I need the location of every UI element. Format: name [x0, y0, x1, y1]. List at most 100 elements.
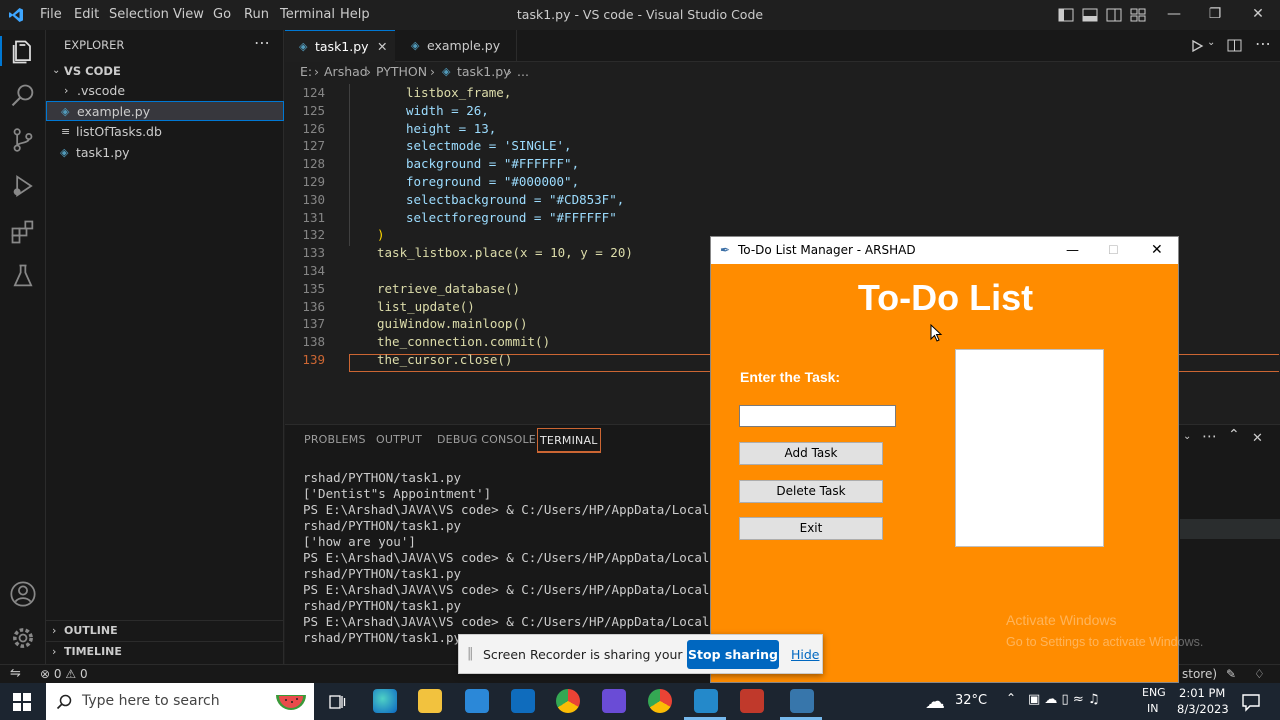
exit-button[interactable]: Exit: [739, 517, 883, 540]
more-actions-icon[interactable]: ⋯: [1255, 34, 1271, 53]
customize-layout-icon[interactable]: [1130, 7, 1146, 23]
region-indicator[interactable]: IN: [1147, 702, 1158, 715]
python-file-icon: ◈: [61, 105, 70, 118]
breadcrumb-symbol[interactable]: ...: [517, 62, 529, 82]
accounts-icon[interactable]: [9, 580, 37, 608]
menu-view[interactable]: View: [173, 7, 204, 22]
close-icon[interactable]: ✕: [1247, 4, 1269, 24]
chrome-profile-icon[interactable]: [648, 689, 672, 713]
hide-link[interactable]: Hide: [791, 647, 820, 662]
tab-terminal[interactable]: TERMINAL: [537, 428, 601, 453]
tab-problems[interactable]: PROBLEMS: [304, 433, 366, 446]
task-listbox[interactable]: [955, 349, 1104, 547]
close-icon[interactable]: ✕: [1151, 237, 1163, 264]
microsoft-store-icon[interactable]: [465, 689, 489, 713]
terminal-output[interactable]: rshad/PYTHON/task1.py ['Dentist"s Appoint…: [303, 470, 770, 646]
menu-edit[interactable]: Edit: [74, 7, 99, 22]
python-taskbar-icon[interactable]: [790, 689, 814, 713]
split-editor-icon[interactable]: [1227, 38, 1243, 54]
breadcrumb-folder[interactable]: Arshad: [324, 62, 368, 82]
breadcrumb-drive[interactable]: E:: [300, 62, 312, 82]
terminal-list-item[interactable]: [1180, 519, 1280, 539]
toggle-panel-icon[interactable]: [1082, 7, 1098, 23]
delete-task-button[interactable]: Delete Task: [739, 480, 883, 503]
breadcrumb-separator-icon: ›: [366, 64, 371, 79]
menu-file[interactable]: File: [40, 7, 62, 22]
more-actions-icon[interactable]: ⋯: [254, 33, 270, 52]
run-file-icon[interactable]: [1190, 39, 1204, 53]
todo-app-title: To-Do List Manager - ARSHAD: [738, 243, 916, 257]
workspace-root[interactable]: ⌄ VS CODE: [46, 61, 284, 81]
tree-item-example-py[interactable]: ◈ example.py: [46, 101, 284, 121]
file-explorer-icon[interactable]: [418, 689, 442, 713]
tree-item-vscode-folder[interactable]: › .vscode: [46, 81, 284, 101]
restore-icon[interactable]: ❐: [1204, 4, 1226, 24]
edge-browser-icon[interactable]: [373, 689, 397, 713]
source-control-icon[interactable]: [9, 126, 37, 154]
close-panel-icon[interactable]: ✕: [1252, 431, 1263, 446]
tab-debug-console[interactable]: DEBUG CONSOLE: [437, 433, 536, 446]
notification-center-icon[interactable]: [1241, 692, 1261, 712]
tree-item-task1-py[interactable]: ◈ task1.py: [46, 143, 284, 163]
menu-run[interactable]: Run: [244, 7, 269, 22]
stop-sharing-button[interactable]: Stop sharing: [687, 640, 779, 669]
tray-icons[interactable]: ▣ ☁ ▯ ≈ ♫: [1028, 692, 1100, 707]
status-item[interactable]: store): [1182, 665, 1217, 683]
menu-terminal[interactable]: Terminal: [280, 7, 335, 22]
clock-time[interactable]: 2:01 PM: [1179, 686, 1225, 700]
weather-cloud-icon[interactable]: ☁: [925, 689, 945, 713]
clock-date[interactable]: 8/3/2023: [1177, 702, 1229, 716]
timeline-section[interactable]: › TIMELINE: [46, 641, 284, 661]
explorer-icon[interactable]: [9, 38, 37, 66]
add-task-button[interactable]: Add Task: [739, 442, 883, 465]
minimize-icon[interactable]: —: [1066, 237, 1079, 264]
task-view-icon[interactable]: [328, 693, 346, 711]
maximize-panel-icon[interactable]: ⌃: [1228, 427, 1240, 443]
menu-help[interactable]: Help: [340, 7, 370, 22]
weather-temperature[interactable]: 32°C: [955, 693, 987, 708]
problems-status[interactable]: ⊗ 0 ⚠ 0: [40, 665, 88, 683]
maximize-icon[interactable]: ☐: [1108, 237, 1119, 264]
terminal-line: ['how are you']: [303, 534, 416, 549]
feedback-icon[interactable]: ✎: [1226, 665, 1236, 683]
toggle-secondary-sidebar-icon[interactable]: [1106, 7, 1122, 23]
testing-icon[interactable]: [9, 262, 37, 290]
windows-start-icon[interactable]: [13, 693, 31, 711]
tab-task1-py[interactable]: ◈ task1.py ✕: [285, 30, 395, 62]
close-tab-icon[interactable]: ✕: [377, 31, 387, 63]
drag-handle-icon[interactable]: ‖: [467, 646, 474, 661]
remote-icon[interactable]: ⇋: [10, 665, 21, 683]
run-debug-icon[interactable]: [9, 172, 37, 200]
outline-section[interactable]: › OUTLINE: [46, 620, 284, 640]
menu-go[interactable]: Go: [213, 7, 231, 22]
taskbar-search-box[interactable]: Type here to search: [46, 683, 314, 720]
python-file-icon: ◈: [411, 39, 420, 52]
chevron-down-icon[interactable]: ⌄: [1207, 37, 1215, 48]
line-number: 136: [302, 298, 325, 314]
chevron-down-icon[interactable]: ⌄: [1183, 431, 1191, 442]
chevron-up-icon[interactable]: ⌃: [1006, 691, 1016, 705]
mail-icon[interactable]: [511, 689, 535, 713]
toggle-sidebar-icon[interactable]: [1058, 7, 1074, 23]
breadcrumb-folder[interactable]: PYTHON: [376, 62, 427, 82]
tab-output[interactable]: OUTPUT: [376, 433, 422, 446]
vscode-taskbar-icon[interactable]: [694, 689, 718, 713]
chrome-icon[interactable]: [556, 689, 580, 713]
app-icon[interactable]: [602, 689, 626, 713]
notifications-bell-icon[interactable]: ♢: [1254, 665, 1265, 683]
search-icon[interactable]: [9, 82, 37, 110]
extensions-icon[interactable]: [9, 218, 37, 246]
chevron-right-icon: ›: [64, 84, 69, 97]
task-input[interactable]: [739, 405, 896, 427]
breadcrumb-file[interactable]: task1.py: [457, 62, 511, 82]
screen-recorder-icon[interactable]: [740, 689, 764, 713]
more-actions-icon[interactable]: ⋯: [1202, 427, 1217, 445]
language-indicator[interactable]: ENG: [1142, 686, 1166, 699]
menu-selection[interactable]: Selection: [109, 7, 169, 22]
code-line: selectbackground = "#CD853F",: [406, 191, 625, 207]
task-label: Enter the Task:: [740, 369, 841, 385]
minimize-icon[interactable]: —: [1163, 4, 1185, 24]
tab-example-py[interactable]: ◈ example.py: [397, 30, 517, 62]
tree-item-listoftasks-db[interactable]: ≡ listOfTasks.db: [46, 122, 284, 142]
settings-gear-icon[interactable]: [9, 624, 37, 652]
